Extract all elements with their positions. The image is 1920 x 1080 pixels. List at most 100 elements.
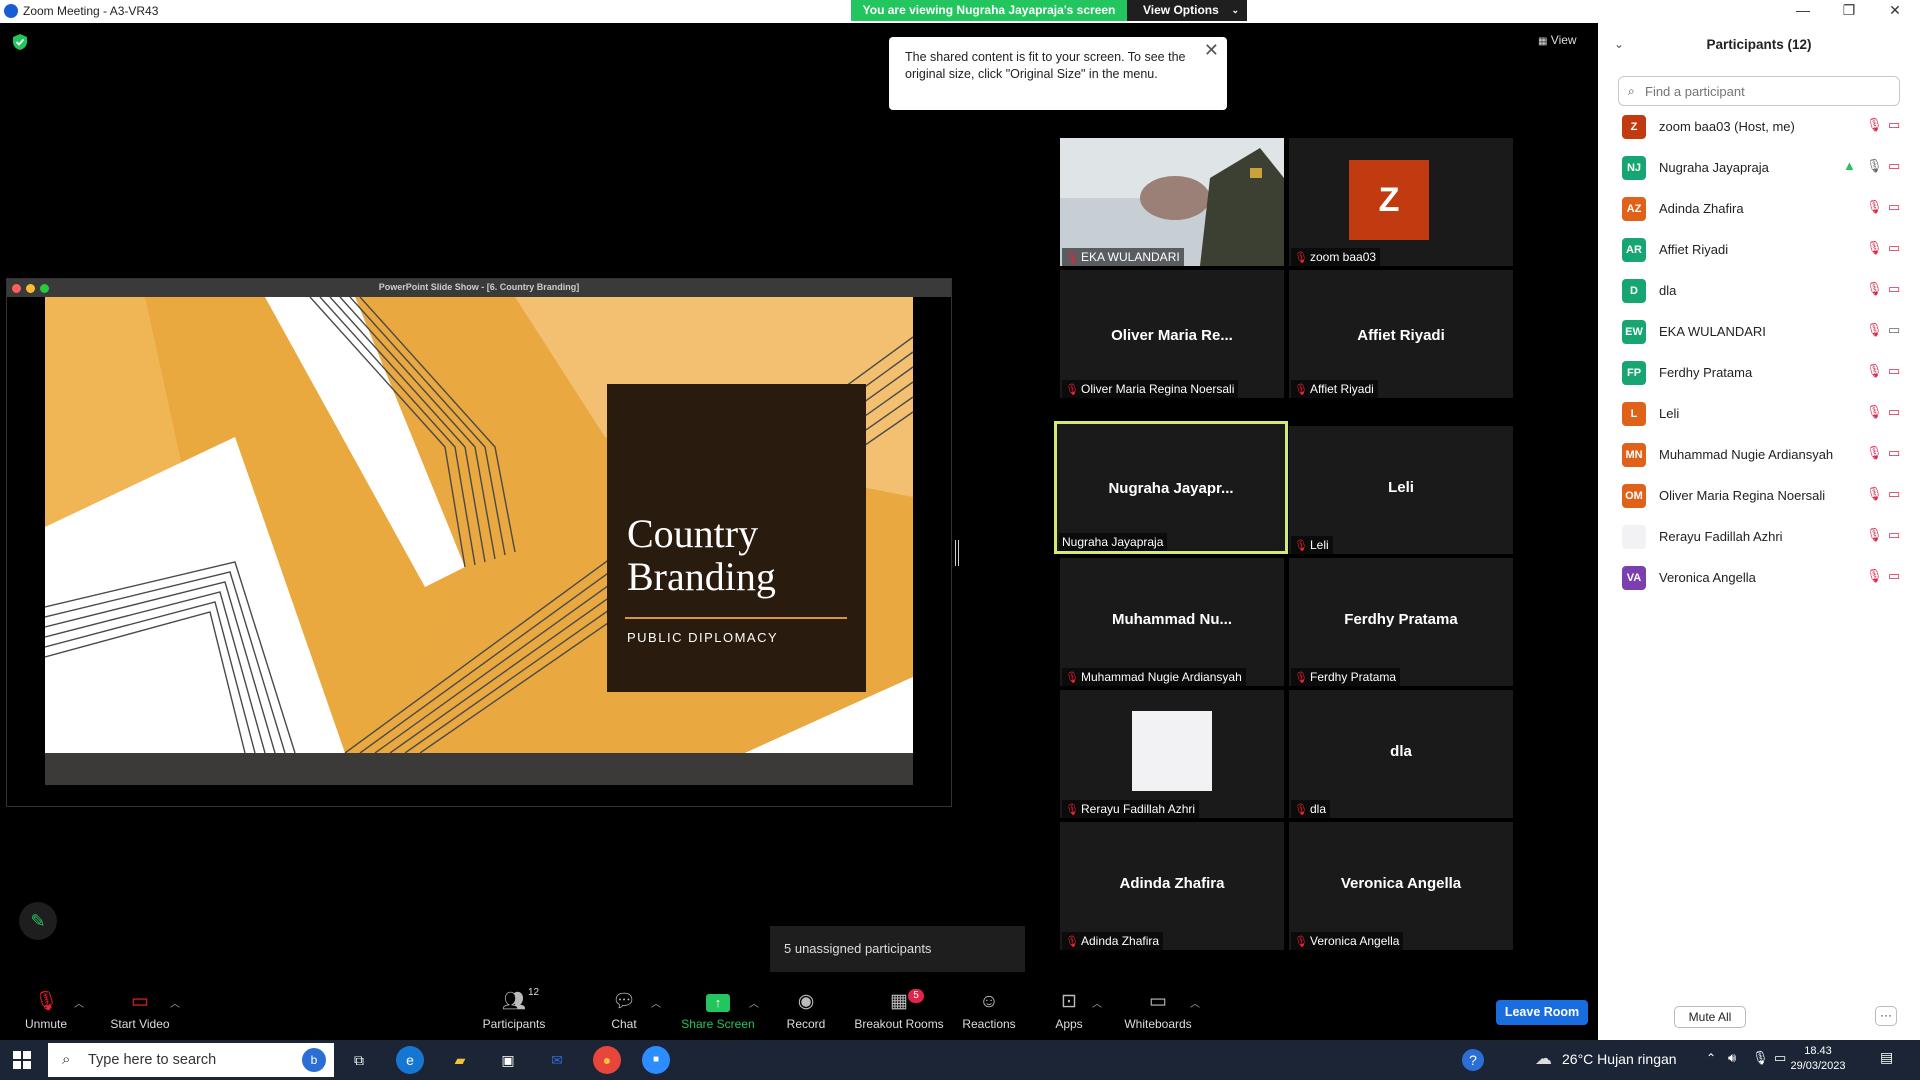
minimize-icon[interactable]: —	[1780, 0, 1826, 23]
apps-button[interactable]: ⊡ Apps	[1050, 983, 1088, 1040]
video-options-caret-icon[interactable]: ︿	[170, 995, 180, 1010]
participant-row[interactable]: Ddla 🎙︎ ▭	[1598, 271, 1920, 312]
video-tile[interactable]: Ferdhy Pratama 🎙︎ Ferdhy Pratama	[1289, 558, 1513, 686]
weather-text[interactable]: 26°C Hujan ringan	[1562, 1051, 1677, 1067]
close-icon[interactable]: ✕	[1204, 41, 1219, 59]
avatar: VA	[1622, 566, 1646, 590]
participants-button[interactable]: 👥︎ 12 Participants	[476, 983, 552, 1040]
notification-icon[interactable]: ▤	[1880, 1049, 1893, 1066]
view-button[interactable]: ▦ View	[1538, 33, 1577, 47]
tile-display-name: Ferdhy Pratama	[1344, 611, 1458, 628]
chrome-icon[interactable]: ●	[593, 1046, 621, 1074]
video-off-icon: ▭	[1888, 199, 1901, 214]
participant-row[interactable]: VA Veronica Angella 🎙︎ ▭	[1598, 558, 1920, 599]
participant-row[interactable]: EW EKA WULANDARI 🎙︎ ▭	[1598, 312, 1920, 353]
network-icon[interactable]: ▭	[1774, 1050, 1786, 1066]
tile-label: 🎙︎ Rerayu Fadillah Azhri	[1062, 800, 1200, 818]
mute-all-button[interactable]: Mute All	[1674, 1006, 1746, 1028]
view-options-button[interactable]: View Options ⌄	[1127, 0, 1247, 21]
volume-icon[interactable]: 🔊︎	[1728, 1050, 1736, 1066]
chat-icon: 💬︎	[611, 991, 637, 1012]
tile-label-text: Ferdhy Pratama	[1310, 670, 1397, 684]
store-icon[interactable]: ▣	[494, 1046, 522, 1074]
edge-icon[interactable]: e	[396, 1046, 424, 1074]
chat-options-caret-icon[interactable]: ︿	[651, 995, 661, 1010]
unassigned-participants-popup[interactable]: 5 unassigned participants	[770, 926, 1025, 972]
taskbar-search-box[interactable]: ⌕ Type here to search b	[48, 1043, 334, 1077]
participant-row[interactable]: AZ Adinda Zhafira 🎙︎ ▭	[1598, 189, 1920, 230]
video-tile[interactable]: Affiet Riyadi 🎙︎ Affiet Riyadi	[1289, 270, 1513, 398]
reactions-label: Reactions	[962, 1017, 1016, 1031]
tile-display-name: Muhammad Nu...	[1111, 611, 1232, 628]
chat-button[interactable]: 💬︎ Chat	[602, 983, 646, 1040]
search-icon: ⌕	[62, 1051, 71, 1068]
tile-display-name: Affiet Riyadi	[1357, 327, 1445, 344]
reactions-button[interactable]: ☺ Reactions	[960, 983, 1018, 1040]
participant-row[interactable]: L Leli 🎙︎ ▭	[1598, 394, 1920, 435]
mic-muted-icon: 🎙︎	[1866, 158, 1883, 173]
video-tile[interactable]: Muhammad Nu... 🎙︎ Muhammad Nugie Ardiansy…	[1060, 558, 1284, 686]
start-video-label: Start Video	[110, 1017, 170, 1031]
task-view-icon[interactable]: ⧉	[345, 1046, 373, 1074]
tile-label-text: Affiet Riyadi	[1310, 382, 1374, 396]
participant-row[interactable]: Zzoom baa03 (Host, me) 🎙︎ ▭	[1598, 107, 1920, 148]
mic-muted-icon: 🎙︎	[1866, 445, 1883, 460]
unmute-button[interactable]: 🎙︎ Unmute	[18, 983, 74, 1040]
share-screen-button[interactable]: ↑ Share Screen	[680, 983, 756, 1040]
participant-row[interactable]: FP Ferdhy Pratama 🎙︎ ▭	[1598, 353, 1920, 394]
audio-options-caret-icon[interactable]: ︿	[74, 995, 84, 1010]
share-screen-label: Share Screen	[681, 1017, 755, 1031]
more-options-button[interactable]: ···	[1875, 1006, 1897, 1026]
share-options-caret-icon[interactable]: ︿	[749, 995, 759, 1010]
bing-icon[interactable]: b	[302, 1048, 326, 1072]
mic-muted-icon: 🎙︎	[1866, 568, 1883, 583]
search-input[interactable]	[1618, 76, 1900, 106]
mic-muted-icon: 🎙︎	[1065, 384, 1079, 396]
mic-muted-icon: 🎙︎	[1294, 384, 1308, 396]
whiteboard-options-caret-icon[interactable]: ︿	[1190, 995, 1200, 1010]
start-video-button[interactable]: ▭ Start Video	[104, 983, 176, 1040]
video-tile[interactable]: dla 🎙︎ dla	[1289, 690, 1513, 818]
participant-row[interactable]: NJ Nugraha Jayapraja 🎙︎ ▭ ▲	[1598, 148, 1920, 189]
apps-options-caret-icon[interactable]: ︿	[1092, 995, 1102, 1010]
video-tile[interactable]: Leli 🎙︎ Leli	[1289, 426, 1513, 554]
file-explorer-icon[interactable]: ▰	[446, 1046, 474, 1074]
help-icon[interactable]: ?	[1462, 1049, 1484, 1071]
chevron-down-icon: ⌄	[1231, 5, 1239, 15]
video-tile[interactable]: Veronica Angella 🎙︎ Veronica Angella	[1289, 822, 1513, 950]
video-tile[interactable]: Adinda Zhafira 🎙︎ Adinda Zhafira	[1060, 822, 1284, 950]
slide-subtitle: PUBLIC DIPLOMACY	[627, 630, 779, 645]
breakout-rooms-button[interactable]: ▦ 5 Breakout Rooms	[852, 983, 946, 1040]
leave-room-button[interactable]: Leave Room	[1496, 1000, 1588, 1025]
whiteboards-button[interactable]: ▭ Whiteboards	[1122, 983, 1194, 1040]
shared-screen[interactable]: PowerPoint Slide Show - [6. Country Bran…	[6, 278, 952, 807]
participant-row[interactable]: OM Oliver Maria Regina Noersali 🎙︎ ▭	[1598, 476, 1920, 517]
video-off-icon: ▭	[1888, 445, 1901, 460]
tray-chevron-icon[interactable]: ⌃	[1706, 1051, 1716, 1065]
tile-label-text: Muhammad Nugie Ardiansyah	[1081, 670, 1242, 684]
windows-start-icon[interactable]	[12, 1050, 32, 1070]
participant-row[interactable]: AR Affiet Riyadi 🎙︎ ▭	[1598, 230, 1920, 271]
split-resize-handle[interactable]	[955, 540, 959, 566]
participant-row[interactable]: MN Muhammad Nugie Ardiansyah 🎙︎ ▭	[1598, 435, 1920, 476]
record-button[interactable]: ◉ Record	[782, 983, 830, 1040]
microphone-icon[interactable]: 🎙︎	[1752, 1050, 1769, 1066]
annotate-pencil-icon[interactable]: ✎	[19, 902, 57, 940]
avatar: EW	[1622, 320, 1646, 344]
video-tile[interactable]: 🎙︎ Rerayu Fadillah Azhri	[1060, 690, 1284, 818]
close-icon[interactable]: ✕	[1872, 0, 1918, 23]
restore-icon[interactable]: ❐	[1826, 0, 1872, 23]
video-tile[interactable]: Z 🎙︎ zoom baa03	[1289, 138, 1513, 266]
clock[interactable]: 18.43 29/03/2023	[1788, 1044, 1848, 1074]
record-icon: ◉	[797, 991, 815, 1012]
participant-row[interactable]: Rerayu Fadillah Azhri 🎙︎ ▭	[1598, 517, 1920, 558]
participant-name: EKA WULANDARI	[1659, 324, 1766, 339]
avatar: L	[1622, 402, 1646, 426]
video-tile[interactable]: Oliver Maria Re... 🎙︎ Oliver Maria Regina…	[1060, 270, 1284, 398]
video-tile[interactable]: 🎙︎ EKA WULANDARI	[1060, 138, 1284, 266]
encryption-shield-icon[interactable]	[12, 33, 28, 51]
zoom-taskbar-icon[interactable]: ■	[642, 1046, 670, 1074]
active-speaker-tile[interactable]: Nugraha Jayapr... Nugraha Jayapraja	[1054, 421, 1288, 554]
mail-icon[interactable]: ✉	[543, 1046, 571, 1074]
participant-name: zoom baa03 (Host, me)	[1659, 119, 1795, 134]
